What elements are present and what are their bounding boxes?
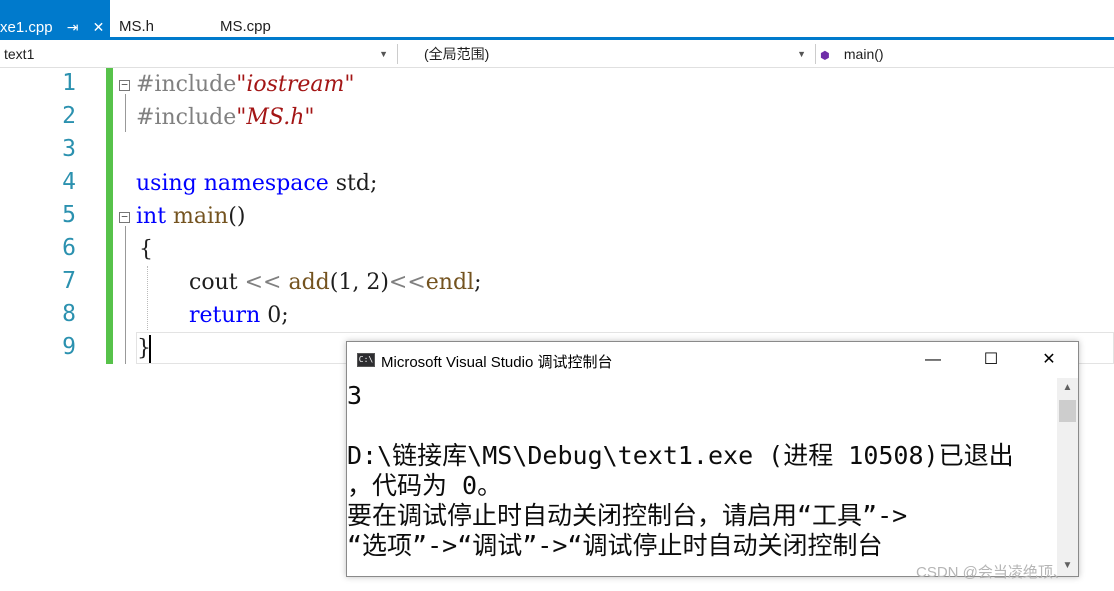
code-text: std; bbox=[328, 171, 378, 196]
outline-guide bbox=[125, 226, 126, 364]
code-line-4: using namespace std; bbox=[136, 167, 377, 200]
code-line-6: { bbox=[139, 237, 153, 262]
debug-console-window[interactable]: C:\ Microsoft Visual Studio 调试控制台 — ☐ ✕ … bbox=[346, 341, 1079, 577]
line-number: 5 bbox=[62, 202, 76, 228]
code-line-2: #include"MS.h" bbox=[136, 101, 315, 134]
member-dropdown[interactable]: ⬢ main() bbox=[820, 42, 1114, 66]
console-titlebar[interactable]: C:\ Microsoft Visual Studio 调试控制台 — ☐ ✕ bbox=[347, 342, 1078, 378]
watermark: CSDN @会当凌绝顶、 bbox=[916, 564, 1068, 581]
console-line: D:\链接库\MS\Debug\text1.exe (进程 10508)已退出 bbox=[347, 441, 1014, 470]
console-line: “选项”->“调试”->“调试停止时自动关闭控制台 bbox=[347, 531, 883, 560]
line-number: 4 bbox=[62, 169, 76, 195]
dropdown-arrow-icon: ▼ bbox=[797, 49, 806, 59]
scrollbar-thumb[interactable] bbox=[1059, 400, 1076, 422]
string-literal: "iostream" bbox=[236, 72, 355, 97]
console-line: 要在调试停止时自动关闭控制台，请启用“工具”-> bbox=[347, 501, 908, 530]
function-name: main bbox=[173, 204, 229, 229]
tab-xe1-cpp[interactable]: xe1.cpp ⇥ ✕ bbox=[0, 0, 111, 37]
line-number: 7 bbox=[62, 268, 76, 294]
line-number: 1 bbox=[62, 70, 76, 96]
nav-divider bbox=[397, 44, 398, 64]
change-tracking-bar bbox=[106, 68, 113, 364]
scroll-up-icon[interactable]: ▲ bbox=[1057, 378, 1078, 398]
operator: << bbox=[388, 270, 426, 295]
document-tab-bar: xe1.cpp ⇥ ✕ MS.h MS.cpp bbox=[0, 0, 1114, 40]
code-line-1: #include"iostream" bbox=[136, 68, 354, 101]
dropdown-arrow-icon: ▼ bbox=[379, 49, 388, 59]
code-text: ; bbox=[474, 270, 482, 295]
line-number: 8 bbox=[62, 301, 76, 327]
keyword: int bbox=[136, 204, 167, 229]
console-app-icon: C:\ bbox=[357, 353, 375, 367]
code-line-8: return 0; bbox=[189, 299, 289, 332]
cube-icon: ⬢ bbox=[820, 50, 830, 62]
outline-guide bbox=[125, 94, 126, 132]
collapse-main-icon[interactable]: − bbox=[119, 211, 130, 223]
nav-divider bbox=[815, 44, 816, 64]
code-line-5: int main() bbox=[136, 200, 245, 233]
scope-name: (全局范围) bbox=[424, 46, 490, 62]
function-name: add bbox=[288, 270, 330, 295]
close-window-button[interactable]: ✕ bbox=[1020, 342, 1078, 378]
maximize-button[interactable]: ☐ bbox=[962, 342, 1020, 378]
preprocessor-directive: #include bbox=[136, 72, 237, 97]
code-text: () bbox=[228, 204, 246, 229]
console-title: Microsoft Visual Studio 调试控制台 bbox=[381, 354, 613, 371]
collapse-include-icon[interactable]: − bbox=[119, 79, 130, 91]
preprocessor-directive: #include bbox=[136, 105, 237, 130]
code-text: (1, 2) bbox=[329, 270, 389, 295]
scope-dropdown[interactable]: (全局范围) ▼ bbox=[424, 42, 812, 66]
console-scrollbar[interactable]: ▲ ▼ bbox=[1057, 378, 1078, 576]
keyword: namespace bbox=[203, 171, 329, 196]
minimize-button[interactable]: — bbox=[904, 342, 962, 378]
code-line-7: cout << add(1, 2)<<endl; bbox=[189, 266, 482, 299]
console-line: 3 bbox=[347, 381, 363, 410]
console-output[interactable]: 3 D:\链接库\MS\Debug\text1.exe (进程 10508)已退… bbox=[347, 378, 1057, 576]
function-name: endl bbox=[425, 270, 475, 295]
member-name: main() bbox=[843, 46, 884, 62]
string-literal: "MS.h" bbox=[236, 105, 315, 130]
text-caret bbox=[149, 335, 151, 363]
project-name: text1 bbox=[4, 46, 35, 62]
console-line: ，代码为 0。 bbox=[347, 471, 503, 500]
code-text: cout bbox=[189, 270, 238, 295]
navigation-bar: text1 ▼ (全局范围) ▼ ⬢ main() bbox=[0, 40, 1114, 68]
line-number: 2 bbox=[62, 103, 76, 129]
tab-ms-h[interactable]: MS.h bbox=[119, 0, 154, 37]
keyword: using bbox=[136, 171, 197, 196]
line-number: 9 bbox=[62, 334, 76, 360]
keyword: return bbox=[189, 303, 261, 328]
line-number: 3 bbox=[62, 136, 76, 162]
project-dropdown[interactable]: text1 ▼ bbox=[4, 42, 394, 66]
indent-guide bbox=[147, 266, 149, 330]
line-number: 6 bbox=[62, 235, 76, 261]
operator: << bbox=[244, 270, 282, 295]
code-text: 0; bbox=[260, 303, 289, 328]
tab-ms-cpp[interactable]: MS.cpp bbox=[220, 0, 271, 37]
